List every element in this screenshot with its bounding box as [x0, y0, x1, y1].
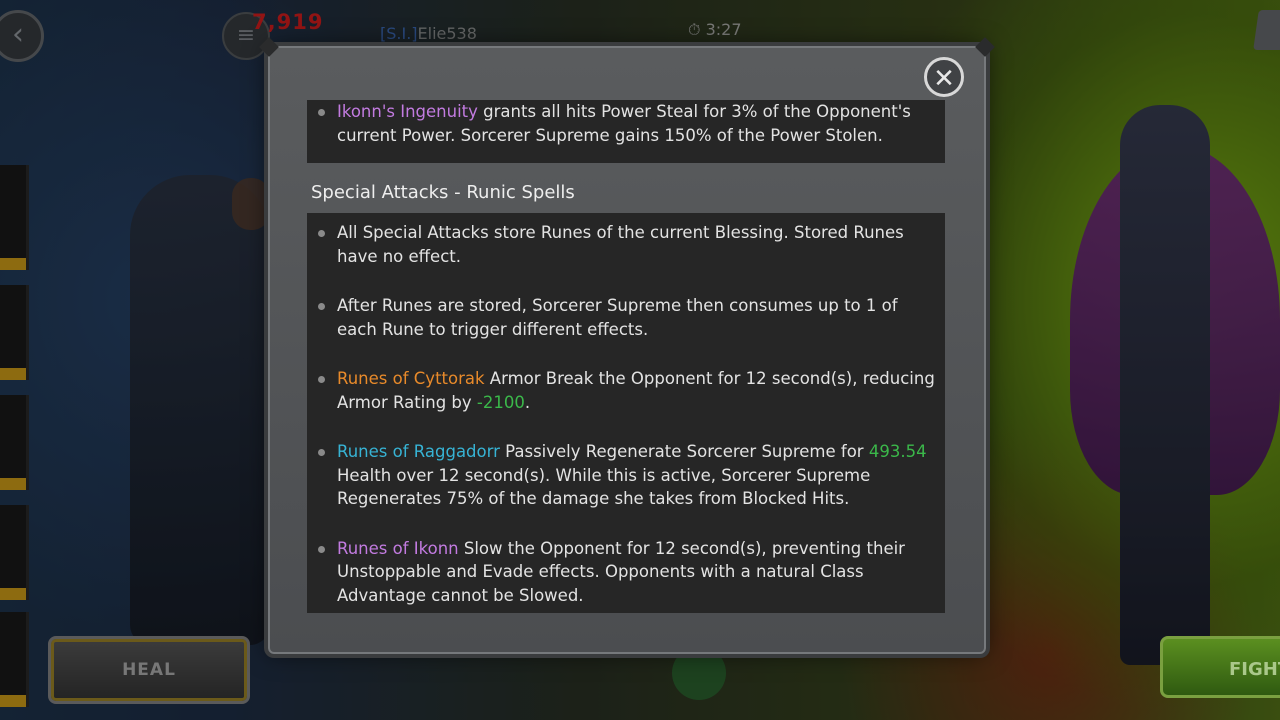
close-button[interactable]: ✕: [924, 57, 964, 97]
bullet-icon: [318, 230, 325, 237]
heal-button[interactable]: HEAL: [48, 636, 250, 704]
ability-scroll-area[interactable]: Ikonn's Ingenuity grants all hits Power …: [307, 100, 945, 613]
list-item: Runes of Cyttorak Armor Break the Oppone…: [307, 367, 945, 414]
ability-name: Runes of Raggadorr: [337, 442, 500, 461]
section-title: Special Attacks - Runic Spells: [311, 182, 575, 203]
list-item: All Special Attacks store Runes of the c…: [307, 213, 945, 268]
champion-icon[interactable]: [672, 646, 726, 700]
list-item: Ikonn's Ingenuity grants all hits Power …: [307, 100, 935, 147]
ability-value: -2100: [476, 392, 525, 412]
ability-name: Runes of Cyttorak: [337, 369, 485, 388]
bullet-icon: [318, 376, 325, 383]
bullet-icon: [318, 449, 325, 456]
ability-value: 493.54: [868, 442, 927, 461]
ability-panel-special: All Special Attacks store Runes of the c…: [307, 213, 945, 613]
list-item: Runes of Raggadorr Passively Regenerate …: [307, 440, 945, 511]
ability-text: All Special Attacks store Runes of the c…: [337, 223, 904, 266]
bullet-icon: [318, 109, 325, 116]
list-item: After Runes are stored, Sorcerer Supreme…: [307, 294, 945, 341]
ability-text: .: [524, 392, 531, 412]
list-item: Runes of Ikonn Slow the Opponent for 12 …: [307, 537, 945, 608]
bullet-icon: [318, 545, 325, 553]
bullet-icon: [318, 303, 325, 310]
ability-text: Health over 12 second(s). While this is …: [337, 465, 871, 509]
ability-name: Ikonn's Ingenuity: [337, 102, 478, 121]
ability-panel-top: Ikonn's Ingenuity grants all hits Power …: [307, 100, 945, 163]
ability-text: After Runes are stored, Sorcerer Supreme…: [337, 296, 898, 339]
ability-name: Runes of Ikonn: [337, 538, 459, 558]
fight-button[interactable]: FIGHT: [1160, 636, 1280, 698]
ability-text: Passively Regenerate Sorcerer Supreme fo…: [499, 442, 869, 461]
close-icon: ✕: [933, 64, 955, 94]
